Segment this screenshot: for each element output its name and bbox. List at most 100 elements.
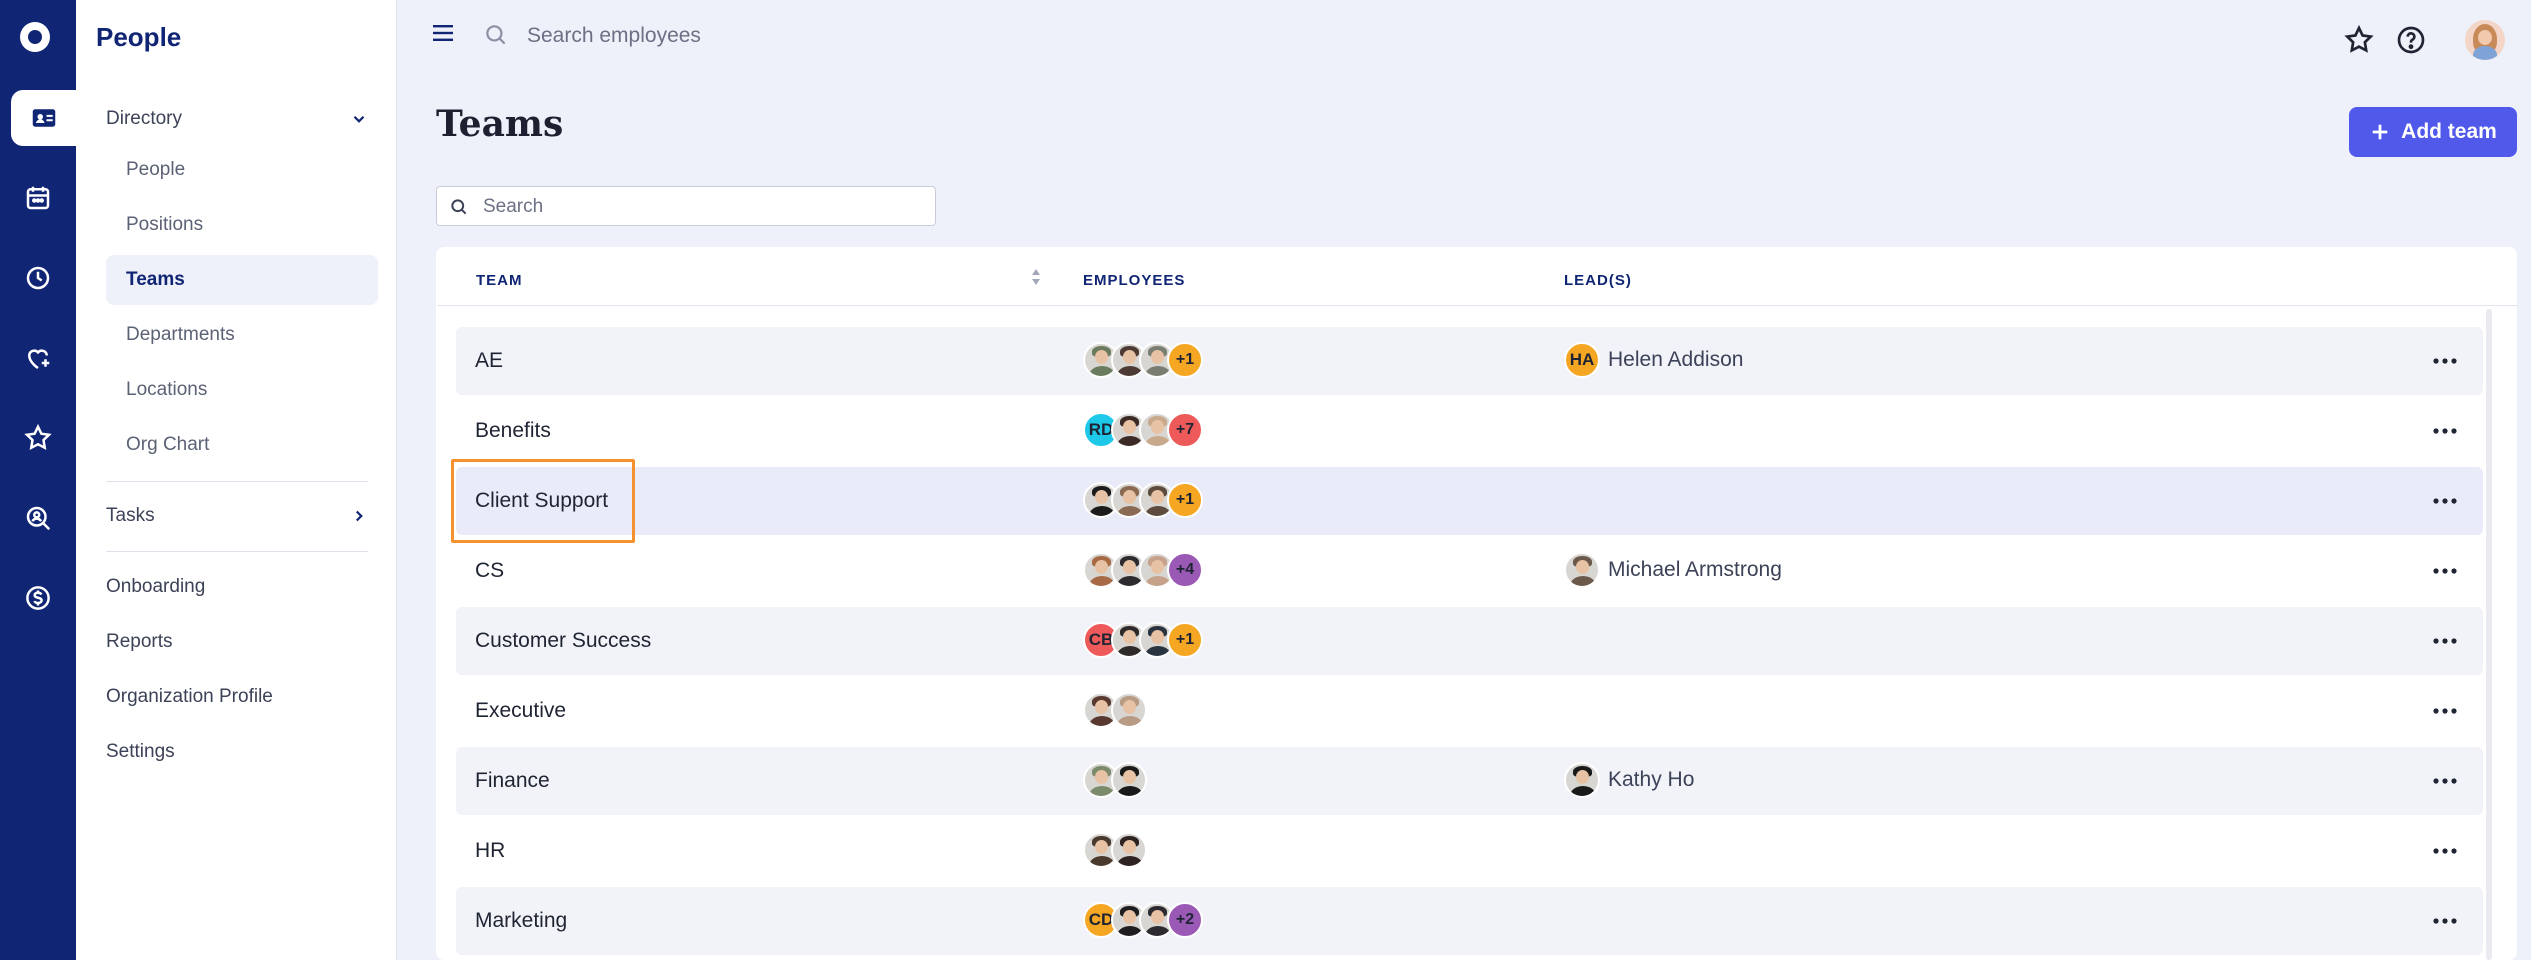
logo-icon[interactable] — [20, 22, 50, 52]
top-bar: Search employees — [397, 0, 2531, 74]
avatar — [1111, 832, 1147, 868]
team-name[interactable]: Finance — [475, 769, 550, 793]
user-avatar[interactable] — [2465, 20, 2505, 60]
avatar — [1111, 692, 1147, 728]
avatar — [1564, 762, 1600, 798]
table-row[interactable]: Customer Success CB +1 — [456, 607, 2483, 675]
team-name[interactable]: HR — [475, 839, 505, 863]
sidebar-item-settings[interactable]: Settings — [106, 741, 175, 763]
more-options-icon[interactable] — [2432, 491, 2458, 511]
team-lead[interactable]: HA Helen Addison — [1564, 342, 1743, 378]
column-header-leads: LEAD(S) — [1564, 272, 1632, 289]
directory-group-toggle[interactable]: Directory — [106, 108, 368, 130]
table-scrollbar[interactable] — [2486, 309, 2492, 960]
section-title: People — [96, 22, 182, 52]
table-row[interactable]: Executive — [456, 677, 2483, 745]
table-row[interactable]: CS +4 Michael Armstrong — [456, 537, 2483, 605]
id-card-icon — [32, 109, 55, 127]
app-rail — [0, 0, 76, 960]
search-icon — [451, 199, 467, 215]
favorites-star-icon[interactable] — [2343, 24, 2375, 56]
sidebar-item-teams[interactable]: Teams — [106, 255, 378, 305]
team-search-input[interactable] — [481, 193, 925, 221]
table-row[interactable]: Benefits RD +7 — [456, 397, 2483, 465]
team-name[interactable]: Client Support — [475, 489, 608, 513]
table-row[interactable]: AE +1 HA Helen Addison — [456, 327, 2483, 395]
initials-avatar: HA — [1564, 342, 1600, 378]
sidebar-item-locations[interactable]: Locations — [106, 365, 378, 415]
employee-avatars[interactable] — [1083, 832, 1147, 868]
team-lead[interactable]: Kathy Ho — [1564, 762, 1694, 798]
more-options-icon[interactable] — [2432, 701, 2458, 721]
sidebar-item-organization-profile[interactable]: Organization Profile — [106, 686, 273, 708]
team-name[interactable]: Executive — [475, 699, 566, 723]
team-name[interactable]: Customer Success — [475, 629, 651, 653]
team-name[interactable]: AE — [475, 349, 503, 373]
employee-avatars[interactable]: +1 — [1083, 482, 1203, 518]
employee-avatars[interactable]: RD +7 — [1083, 412, 1203, 448]
top-actions — [2343, 20, 2505, 60]
employee-avatars[interactable]: CB +1 — [1083, 622, 1203, 658]
more-options-icon[interactable] — [2432, 841, 2458, 861]
page-title: Teams — [436, 103, 564, 145]
employee-avatars[interactable]: CD +2 — [1083, 902, 1203, 938]
sidebar-item-reports[interactable]: Reports — [106, 631, 173, 653]
more-options-icon[interactable] — [2432, 561, 2458, 581]
lead-name: Helen Addison — [1608, 348, 1744, 371]
time-nav-button[interactable] — [0, 250, 76, 306]
team-name[interactable]: Benefits — [475, 419, 551, 443]
avatar — [1564, 552, 1600, 588]
more-employees-badge: +1 — [1167, 342, 1203, 378]
tasks-group-toggle[interactable]: Tasks — [106, 505, 368, 527]
team-lead[interactable]: Michael Armstrong — [1564, 552, 1782, 588]
sidebar-item-people[interactable]: People — [106, 145, 378, 195]
team-name[interactable]: Marketing — [475, 909, 567, 933]
more-employees-badge: +2 — [1167, 902, 1203, 938]
section-sidebar: People Directory People Positions Teams … — [76, 0, 397, 960]
menu-icon[interactable] — [433, 25, 453, 41]
avatar — [1111, 762, 1147, 798]
sidebar-item-departments[interactable]: Departments — [106, 310, 378, 360]
sidebar-item-onboarding[interactable]: Onboarding — [106, 576, 205, 598]
more-employees-badge: +1 — [1167, 622, 1203, 658]
more-options-icon[interactable] — [2432, 351, 2458, 371]
payroll-nav-button[interactable] — [0, 570, 76, 626]
sidebar-item-positions[interactable]: Positions — [106, 200, 378, 250]
directory-nav-button[interactable] — [11, 90, 76, 146]
chevron-down-icon — [353, 115, 365, 123]
tasks-label: Tasks — [106, 505, 155, 526]
table-row[interactable]: Marketing CD +2 — [456, 887, 2483, 955]
table-row[interactable]: Finance Kathy Ho — [456, 747, 2483, 815]
more-options-icon[interactable] — [2432, 771, 2458, 791]
table-row[interactable]: Client Support +1 — [456, 467, 2483, 535]
sidebar-divider — [106, 481, 368, 482]
help-icon[interactable] — [2395, 24, 2427, 56]
heart-plus-icon — [27, 349, 50, 370]
performance-nav-button[interactable] — [0, 410, 76, 466]
benefits-nav-button[interactable] — [0, 330, 76, 386]
sidebar-item-org-chart[interactable]: Org Chart — [106, 420, 378, 470]
employee-avatars[interactable]: +1 — [1083, 342, 1203, 378]
more-employees-badge: +4 — [1167, 552, 1203, 588]
sort-icon[interactable] — [1028, 266, 1044, 288]
team-name[interactable]: CS — [475, 559, 504, 583]
team-search-box — [436, 186, 936, 226]
more-options-icon[interactable] — [2432, 631, 2458, 651]
add-team-button[interactable]: Add team — [2349, 107, 2517, 157]
plus-icon — [2372, 124, 2388, 140]
calendar-nav-button[interactable] — [0, 170, 76, 226]
employee-avatars[interactable] — [1083, 762, 1147, 798]
more-employees-badge: +1 — [1167, 482, 1203, 518]
more-options-icon[interactable] — [2432, 421, 2458, 441]
column-header-team[interactable]: TEAM — [476, 272, 523, 289]
employee-avatars[interactable] — [1083, 692, 1147, 728]
calendar-icon — [26, 186, 50, 210]
more-options-icon[interactable] — [2432, 911, 2458, 931]
table-row[interactable]: HR — [456, 817, 2483, 885]
dollar-icon — [26, 586, 50, 610]
employee-search-input[interactable]: Search employees — [527, 24, 1027, 48]
employee-avatars[interactable]: +4 — [1083, 552, 1203, 588]
recruiting-nav-button[interactable] — [0, 490, 76, 546]
directory-label: Directory — [106, 108, 183, 129]
search-icon — [486, 25, 506, 45]
